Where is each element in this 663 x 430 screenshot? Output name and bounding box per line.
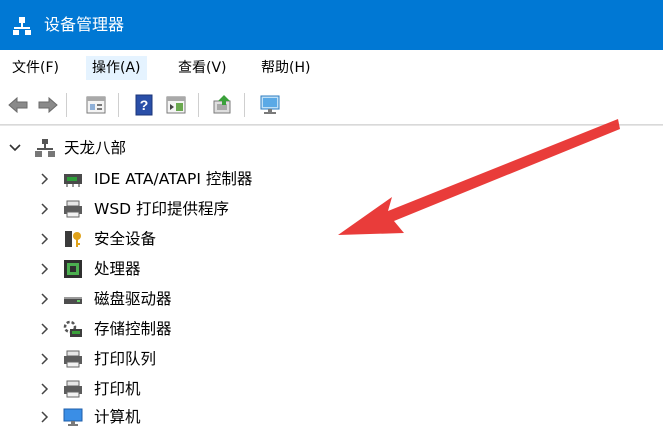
chevron-down-icon[interactable]	[8, 136, 22, 160]
tree-item-label: IDE ATA/ATAPI 控制器	[94, 170, 253, 188]
ide-controller-icon	[64, 174, 82, 187]
chevron-right-icon[interactable]	[38, 226, 52, 252]
tree-item-computer[interactable]: 计算机	[0, 404, 600, 430]
chevron-right-icon[interactable]	[38, 256, 52, 282]
menu-file[interactable]: 文件(F)	[6, 56, 65, 80]
properties-icon[interactable]	[84, 93, 108, 117]
chevron-right-icon[interactable]	[38, 346, 52, 372]
tree-item-disk-drives[interactable]: 磁盘驱动器	[0, 286, 600, 312]
scan-hardware-icon[interactable]	[258, 93, 282, 117]
menu-help[interactable]: 帮助(H)	[255, 56, 316, 80]
computer-monitor-icon	[63, 408, 83, 426]
tree-item-label: 处理器	[94, 260, 141, 278]
tree-item-label: 打印机	[94, 380, 141, 398]
menu-view[interactable]: 查看(V)	[172, 56, 233, 80]
tree-item-processors[interactable]: 处理器	[0, 256, 600, 282]
help-icon[interactable]: ?	[132, 93, 156, 117]
tree-item-label: 磁盘驱动器	[94, 290, 172, 308]
tree-item-label: 打印队列	[94, 350, 157, 368]
menu-bar: 文件(F) 操作(A) 查看(V) 帮助(H)	[0, 50, 663, 86]
title-bar: 设备管理器	[0, 0, 663, 50]
svg-text:?: ?	[140, 97, 149, 113]
printer-icon	[64, 200, 82, 218]
tree-item-print-queues[interactable]: 打印队列	[0, 346, 600, 372]
tree-item-label: 安全设备	[94, 230, 157, 248]
annotation-arrow-icon	[338, 119, 620, 235]
toolbar-separator	[66, 93, 67, 117]
toolbar-separator	[118, 93, 119, 117]
device-manager-icon	[13, 17, 31, 35]
storage-controller-icon	[63, 320, 82, 337]
forward-arrow-icon[interactable]	[36, 93, 60, 117]
tree-item-label: 存储控制器	[94, 320, 172, 338]
chevron-right-icon[interactable]	[38, 316, 52, 342]
toolbar-separator	[198, 93, 199, 117]
chevron-right-icon[interactable]	[38, 166, 52, 192]
security-key-icon	[65, 231, 81, 247]
tree-item-label: 计算机	[94, 408, 141, 426]
tree-item-label: WSD 打印提供程序	[94, 200, 230, 218]
chevron-right-icon[interactable]	[38, 404, 52, 430]
update-driver-icon[interactable]	[210, 93, 234, 117]
menu-action[interactable]: 操作(A)	[86, 56, 147, 80]
chevron-right-icon[interactable]	[38, 286, 52, 312]
chevron-right-icon[interactable]	[38, 196, 52, 222]
disk-drive-icon	[64, 297, 82, 304]
printer-icon	[64, 350, 82, 368]
tree-item-printers[interactable]: 打印机	[0, 376, 600, 402]
tree-item-storage-controllers[interactable]: 存储控制器	[0, 316, 600, 342]
toolbar-separator	[244, 93, 245, 117]
window-title: 设备管理器	[44, 15, 125, 34]
back-arrow-icon[interactable]	[6, 93, 30, 117]
chevron-right-icon[interactable]	[38, 376, 52, 402]
show-hidden-pane-icon[interactable]	[164, 93, 188, 117]
processor-icon	[64, 260, 82, 278]
computer-root-icon	[35, 139, 55, 157]
printer-icon	[64, 380, 82, 398]
tree-root-label: 天龙八部	[64, 139, 127, 157]
